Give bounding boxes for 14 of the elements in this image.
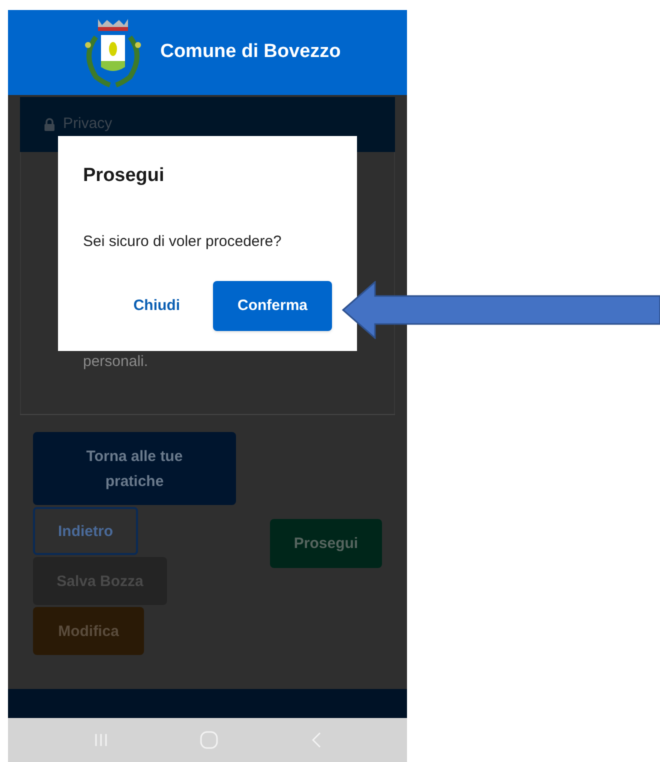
action-button[interactable]: Indietro: [33, 507, 138, 555]
action-button[interactable]: Torna alle tue pratiche: [33, 432, 236, 505]
lock-icon: [44, 118, 55, 131]
dialog-message: Sei sicuro di voler procedere?: [83, 232, 282, 252]
dialog-button[interactable]: Conferma: [213, 281, 332, 331]
dialog-button[interactable]: Chiudi: [117, 281, 196, 331]
back-icon[interactable]: [310, 732, 321, 748]
privacy-text: personali.: [83, 353, 150, 370]
dialog-title: Prosegui: [83, 164, 166, 188]
header-title: Comune di Bovezzo: [160, 40, 341, 64]
recent-apps-icon[interactable]: [94, 733, 108, 747]
privacy-title: Privacy: [63, 114, 112, 134]
action-button[interactable]: Prosegui: [270, 519, 382, 568]
home-icon[interactable]: [200, 731, 218, 749]
